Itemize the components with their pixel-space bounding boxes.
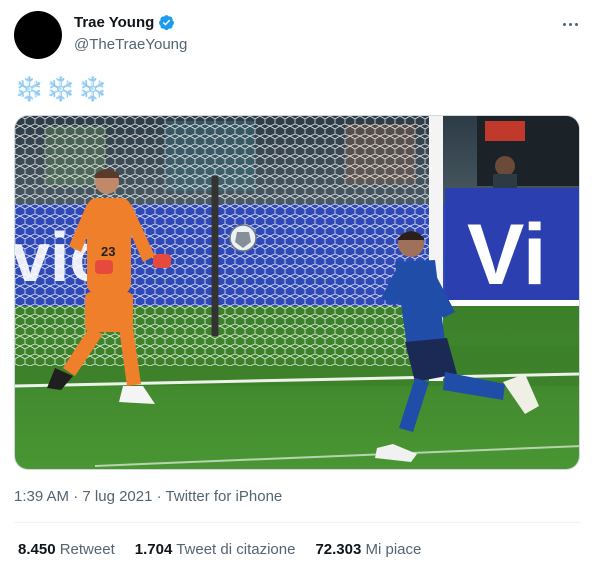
meta-separator: ·: [152, 488, 166, 505]
photo-scene: vic Vi 23: [15, 116, 579, 469]
tweet-card: Trae Young @TheTraeYoung ❄️❄️❄️ Vi 23 1:…: [0, 0, 594, 568]
quote-count-value: 1.704: [134, 541, 173, 558]
like-label: Mi piace: [365, 541, 422, 558]
tweet-metadata: 1:39 AM · 7 lug 2021 · Twitter for iPhon…: [14, 488, 282, 505]
quote-tweet-count[interactable]: 1.704 Tweet di citazione: [135, 541, 296, 558]
meta-separator: ·: [69, 488, 83, 505]
user-handle[interactable]: @TheTraeYoung: [74, 36, 187, 53]
engagement-stats: 8.450 Retweet 1.704 Tweet di citazione 7…: [18, 541, 421, 558]
ad-board-text-right: Vi: [467, 207, 547, 303]
tweet-date[interactable]: 7 lug 2021: [82, 488, 152, 505]
tweet-photo[interactable]: vic Vi 23: [14, 115, 580, 470]
tweet-source[interactable]: Twitter for iPhone: [166, 488, 283, 505]
retweet-count[interactable]: 8.450 Retweet: [18, 541, 115, 558]
avatar[interactable]: [14, 11, 62, 59]
retweet-count-value: 8.450: [18, 541, 56, 558]
author-name-row: Trae Young: [74, 14, 175, 31]
more-options-icon[interactable]: [560, 14, 580, 34]
verified-badge-icon: [159, 15, 175, 31]
tweet-text: ❄️❄️❄️: [14, 76, 110, 103]
tweet-time[interactable]: 1:39 AM: [14, 488, 69, 505]
display-name[interactable]: Trae Young: [74, 14, 154, 31]
divider: [14, 522, 580, 523]
goalkeeper-number: 23: [101, 244, 115, 259]
like-count-value: 72.303: [315, 541, 362, 558]
like-count[interactable]: 72.303 Mi piace: [315, 541, 421, 558]
retweet-label: Retweet: [59, 541, 115, 558]
quote-label: Tweet di citazione: [176, 541, 296, 558]
